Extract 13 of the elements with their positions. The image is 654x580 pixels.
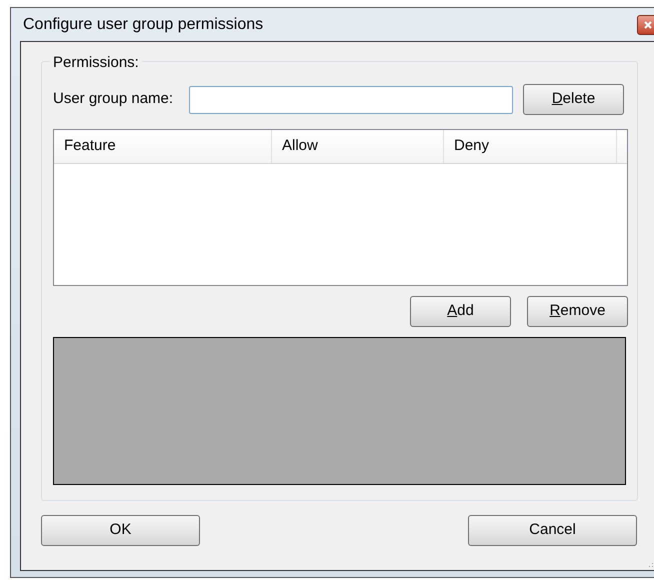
cancel-button[interactable]: Cancel [468,515,637,546]
delete-button[interactable]: Delete [523,84,624,115]
window-title: Configure user group permissions [23,14,264,34]
column-header[interactable]: Deny [444,130,617,163]
close-button[interactable] [637,14,654,34]
column-header[interactable]: Allow [272,130,444,163]
ok-button[interactable]: OK [41,515,200,546]
add-button[interactable]: Add [410,296,511,327]
close-icon [644,20,652,28]
input-field[interactable] [189,86,513,114]
column-header[interactable]: Feature [54,130,272,163]
field-label: User group name: [53,89,174,110]
remove-button[interactable]: Remove [527,296,628,327]
